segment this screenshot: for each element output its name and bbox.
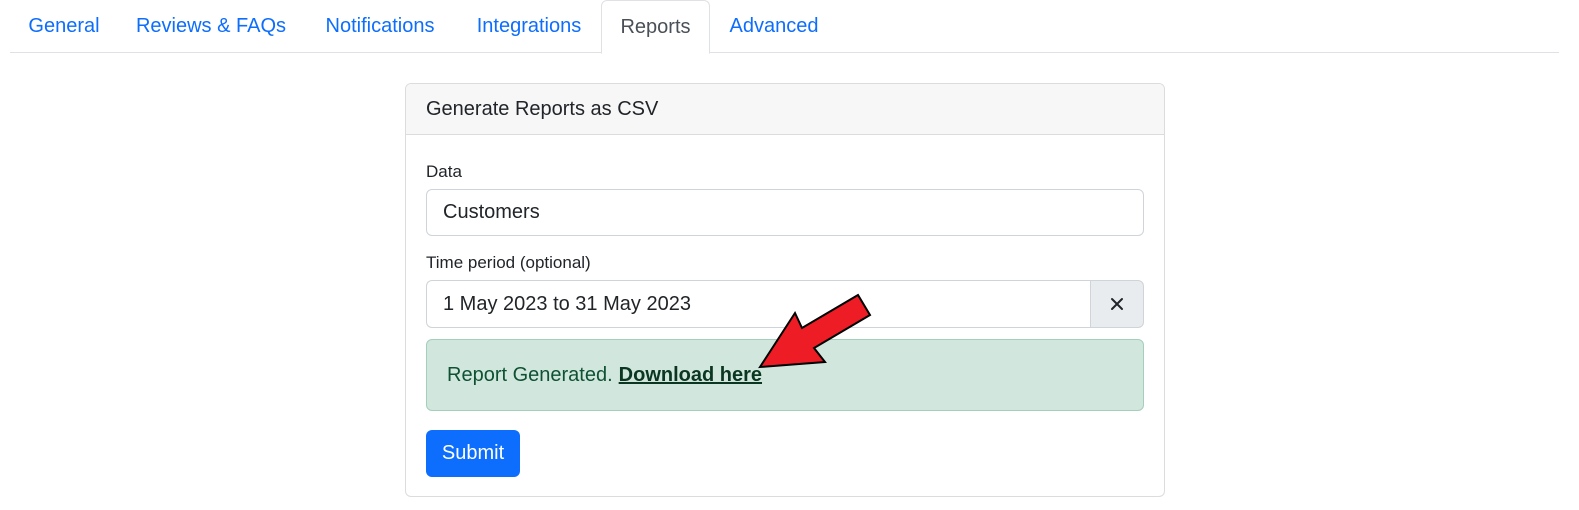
tab-bar: General Reviews & FAQs Notifications Int…	[10, 0, 1559, 54]
tab-general[interactable]: General	[10, 0, 118, 53]
clear-date-button[interactable]	[1090, 280, 1144, 328]
alert-text: Report Generated.	[447, 363, 613, 386]
tab-notifications[interactable]: Notifications	[304, 0, 456, 53]
tab-reviews-faqs[interactable]: Reviews & FAQs	[120, 0, 302, 53]
close-icon	[1111, 298, 1123, 310]
annotation-arrow-icon	[758, 293, 872, 369]
tab-integrations[interactable]: Integrations	[458, 0, 600, 53]
tab-advanced[interactable]: Advanced	[712, 0, 836, 53]
time-period-label: Time period (optional)	[426, 253, 591, 272]
data-label: Data	[426, 162, 462, 181]
tab-reports[interactable]: Reports	[601, 0, 710, 54]
data-select[interactable]: Customers	[426, 189, 1144, 236]
card-title: Generate Reports as CSV	[406, 84, 1164, 135]
submit-button[interactable]: Submit	[426, 430, 520, 477]
download-link[interactable]: Download here	[619, 364, 762, 387]
